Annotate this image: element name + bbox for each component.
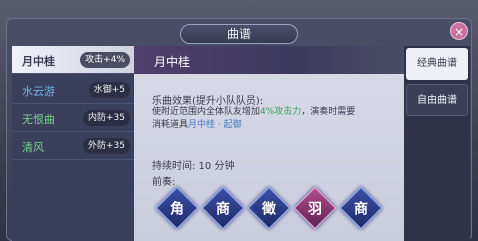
song-name: 无恨曲 [22, 113, 55, 126]
note-char: 徵 [262, 201, 276, 218]
effect-highlight: 4%攻击力 [260, 107, 302, 117]
note-diamond: 商 [201, 186, 245, 230]
tab-classic-scores[interactable]: 经典曲谱 [406, 48, 468, 80]
song-stat-badge: 外防+35 [83, 138, 130, 154]
effect-description: 使附近范围内全体队友增加4%攻击力，演奏时需要 消耗道具月中桂 · 起御 [152, 106, 402, 132]
song-list: 月中桂 攻击+4% 水云游 水御+5 无恨曲 内防+35 清风 外防+35 [12, 46, 134, 241]
effect-desc-part: 使附近范围内全体队友增加 [152, 107, 261, 117]
song-detail-panel: 月中桂 乐曲效果(提升小队队员): 使附近范围内全体队友增加4%攻击力，演奏时需… [134, 46, 404, 241]
note-diamond: 商 [339, 186, 383, 230]
duration-text: 持续时间: 10 分钟 [152, 161, 235, 172]
song-item-wuhenqu[interactable]: 无恨曲 内防+35 [12, 104, 134, 132]
song-stat-badge: 攻击+4% [80, 52, 130, 68]
song-item-shuiyunyou[interactable]: 水云游 水御+5 [12, 76, 134, 104]
prelude-label: 前奏: [152, 177, 176, 188]
effect-desc-part: 消耗道具 [152, 120, 189, 130]
effect-item: 月中桂 · 起御 [188, 120, 242, 130]
song-name: 月中桂 [22, 55, 55, 68]
note-char: 商 [354, 201, 368, 218]
song-name: 水云游 [22, 85, 55, 98]
note-char: 商 [216, 201, 230, 218]
window-title: 曲谱 [180, 24, 298, 44]
close-button[interactable]: × [450, 22, 468, 40]
note-char: 角 [170, 201, 184, 218]
detail-title: 月中桂 [154, 55, 191, 69]
song-item-yuezhonggui[interactable]: 月中桂 攻击+4% [12, 46, 134, 74]
song-item-qingfeng[interactable]: 清风 外防+35 [12, 132, 134, 160]
note-diamond: 角 [155, 186, 199, 230]
detail-header: 月中桂 [134, 46, 404, 74]
note-char: 羽 [308, 201, 322, 218]
tab-free-scores[interactable]: 自由曲谱 [406, 84, 468, 116]
song-name: 清风 [22, 141, 44, 154]
score-tabs: 经典曲谱 自由曲谱 [404, 46, 470, 241]
note-diamond: 徵 [247, 186, 291, 230]
effect-title: 乐曲效果(提升小队队员): [152, 96, 264, 107]
song-stat-badge: 水御+5 [88, 82, 130, 98]
effect-desc-part: ，演奏时需要 [301, 107, 356, 117]
song-stat-badge: 内防+35 [83, 110, 130, 126]
note-diamond: 羽 [293, 186, 337, 230]
